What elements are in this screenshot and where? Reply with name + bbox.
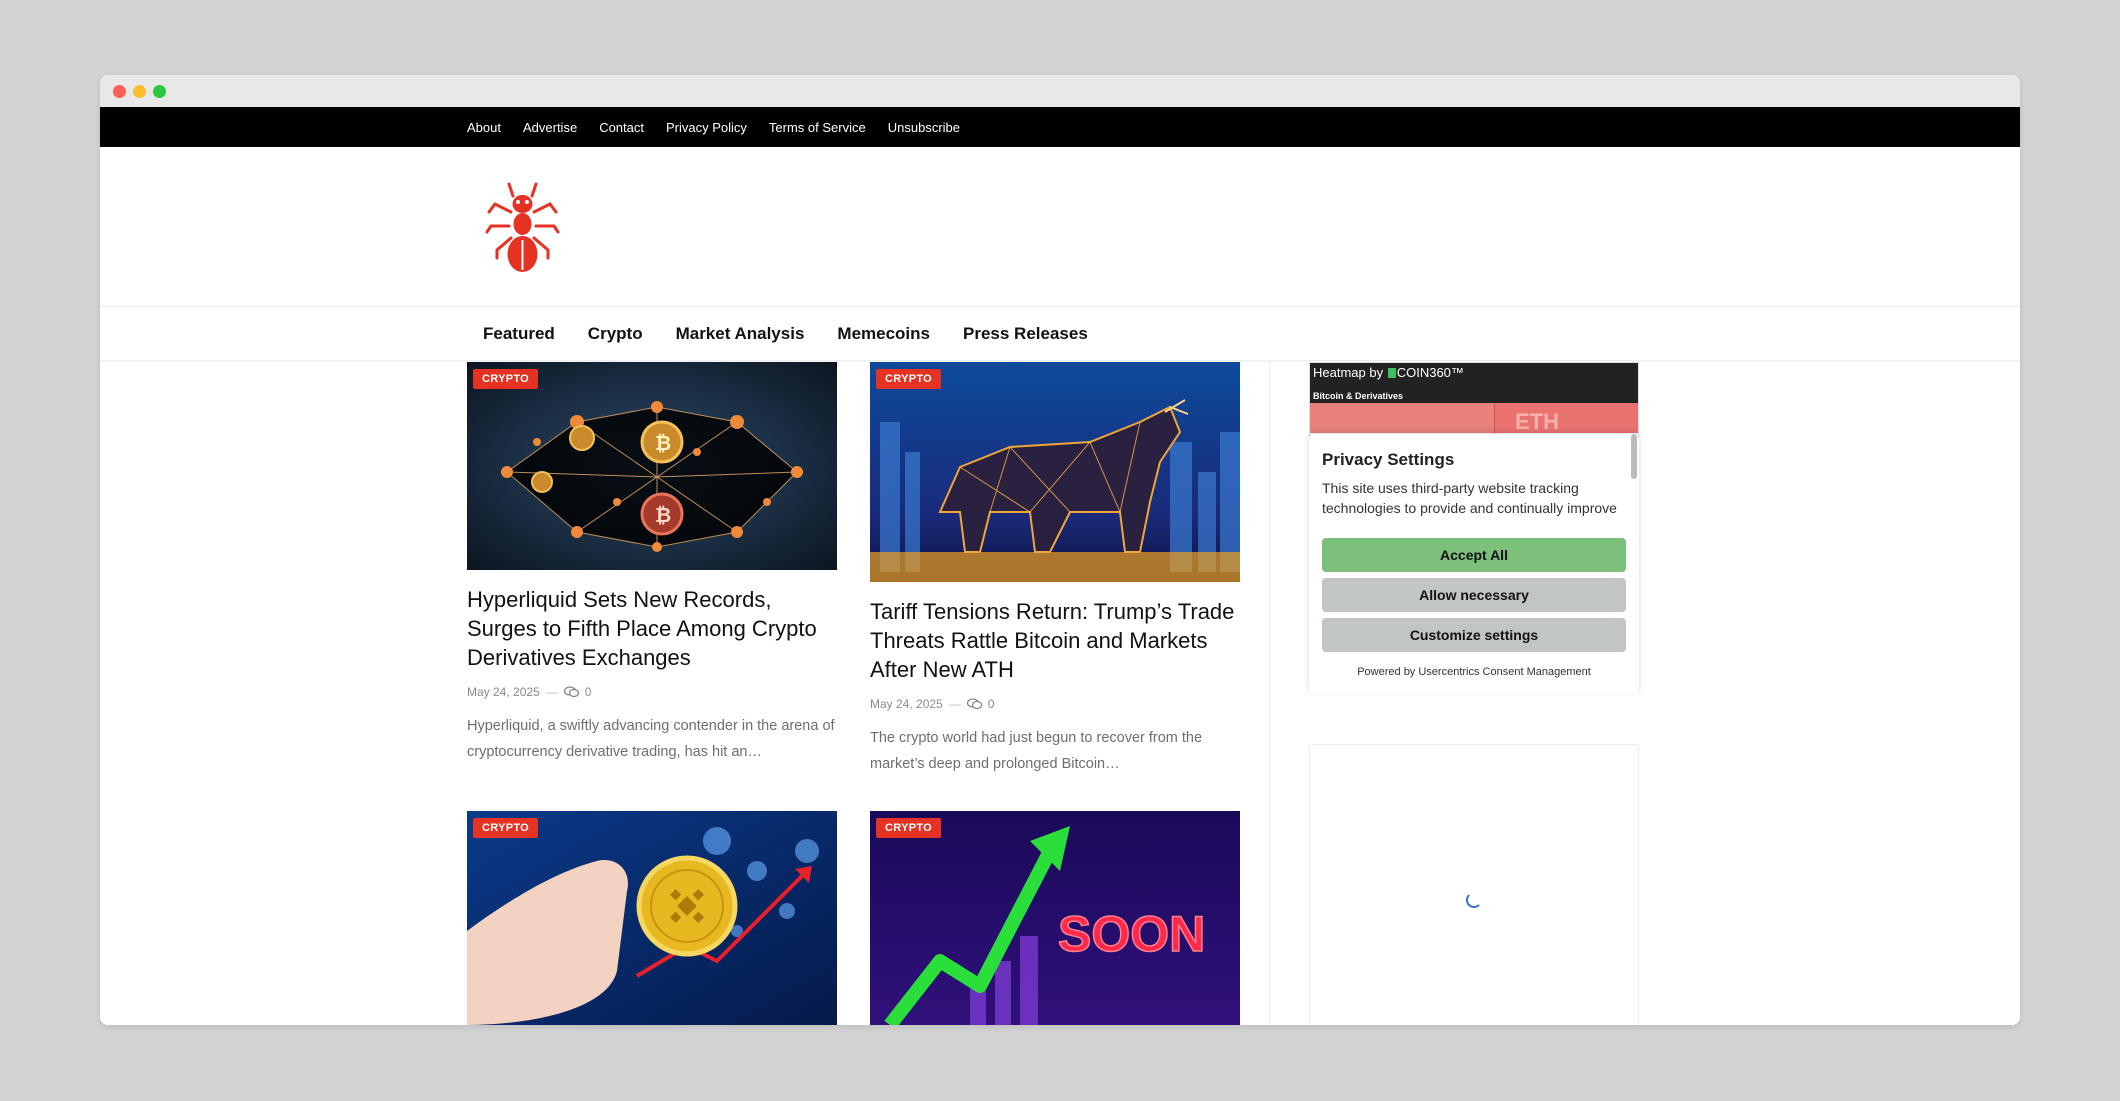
consent-scrollbar[interactable] bbox=[1631, 434, 1637, 479]
article-card[interactable]: CRYPTO bbox=[467, 811, 837, 1025]
heatmap-tile[interactable]: ETH bbox=[1494, 403, 1638, 434]
article-title[interactable]: Hyperliquid Sets New Records, Surges to … bbox=[467, 585, 837, 672]
category-badge[interactable]: CRYPTO bbox=[473, 818, 539, 838]
coin360-logo-icon bbox=[1387, 368, 1396, 378]
privacy-consent-dialog: Privacy Settings This site uses third-pa… bbox=[1309, 434, 1639, 694]
ant-logo-icon[interactable] bbox=[485, 182, 560, 277]
top-link-advertise[interactable]: Advertise bbox=[523, 120, 577, 135]
nav-featured[interactable]: Featured bbox=[483, 324, 555, 344]
article-image[interactable]: CRYPTO bbox=[870, 362, 1240, 582]
article-date: May 24, 2025 bbox=[870, 697, 943, 711]
article-image[interactable]: CRYPTO bbox=[467, 811, 837, 1025]
nav-press-releases[interactable]: Press Releases bbox=[963, 324, 1088, 344]
article-image-text: SOON bbox=[1058, 906, 1205, 962]
article-excerpt: Hyperliquid, a swiftly advancing contend… bbox=[467, 718, 835, 760]
heatmap-tiles[interactable]: ETH bbox=[1310, 403, 1638, 434]
sidebar-widget bbox=[1309, 744, 1639, 1025]
consent-powered-by[interactable]: Powered by Usercentrics Consent Manageme… bbox=[1309, 666, 1639, 678]
meta-separator: — bbox=[948, 697, 961, 711]
consent-text: This site uses third-party website track… bbox=[1322, 480, 1617, 516]
sidebar-divider bbox=[1269, 362, 1270, 1025]
article-date: May 24, 2025 bbox=[467, 685, 540, 699]
article-card[interactable]: ₿ ₿ CRYPTO Hyperliquid Sets New Records,… bbox=[467, 362, 837, 765]
top-bar: About Advertise Contact Privacy Policy T… bbox=[100, 107, 2020, 147]
maximize-window-button[interactable] bbox=[153, 85, 166, 98]
loading-spinner-icon bbox=[1466, 892, 1482, 908]
comments-icon[interactable] bbox=[966, 698, 982, 710]
top-link-unsubscribe[interactable]: Unsubscribe bbox=[888, 120, 960, 135]
heatmap-label: Heatmap by bbox=[1313, 365, 1384, 380]
category-badge[interactable]: CRYPTO bbox=[876, 818, 942, 838]
category-badge[interactable]: CRYPTO bbox=[473, 369, 539, 389]
close-window-button[interactable] bbox=[113, 85, 126, 98]
browser-window: About Advertise Contact Privacy Policy T… bbox=[100, 75, 2020, 1025]
top-link-contact[interactable]: Contact bbox=[599, 120, 644, 135]
article-card[interactable]: SOON CRYPTO bbox=[870, 811, 1240, 1025]
comment-count[interactable]: 0 bbox=[988, 697, 995, 711]
article-image[interactable]: ₿ ₿ CRYPTO bbox=[467, 362, 837, 570]
header bbox=[100, 147, 2020, 307]
nav-memecoins[interactable]: Memecoins bbox=[837, 324, 930, 344]
title-bar bbox=[100, 75, 2020, 107]
allow-necessary-button[interactable]: Allow necessary bbox=[1322, 578, 1626, 612]
heatmap-brand[interactable]: COIN360™ bbox=[1397, 365, 1464, 380]
consent-title: Privacy Settings bbox=[1322, 450, 1455, 469]
top-link-terms[interactable]: Terms of Service bbox=[769, 120, 866, 135]
customize-settings-button[interactable]: Customize settings bbox=[1322, 618, 1626, 652]
article-meta: May 24, 2025 — 0 bbox=[870, 697, 1240, 711]
accept-all-button[interactable]: Accept All bbox=[1322, 538, 1626, 572]
svg-text:₿: ₿ bbox=[655, 503, 671, 527]
main-navigation: Featured Crypto Market Analysis Memecoin… bbox=[100, 307, 2020, 361]
minimize-window-button[interactable] bbox=[133, 85, 146, 98]
svg-text:₿: ₿ bbox=[655, 431, 671, 455]
article-card[interactable]: CRYPTO Tariff Tensions Return: Trump’s T… bbox=[870, 362, 1240, 777]
meta-separator: — bbox=[545, 685, 558, 699]
comment-count[interactable]: 0 bbox=[585, 685, 592, 699]
article-meta: May 24, 2025 — 0 bbox=[467, 685, 837, 699]
article-title[interactable]: Tariff Tensions Return: Trump’s Trade Th… bbox=[870, 597, 1240, 684]
heatmap-header: Heatmap by COIN360™ bbox=[1310, 363, 1638, 391]
article-image[interactable]: SOON CRYPTO bbox=[870, 811, 1240, 1025]
category-badge[interactable]: CRYPTO bbox=[876, 369, 942, 389]
top-link-privacy-policy[interactable]: Privacy Policy bbox=[666, 120, 747, 135]
comments-icon[interactable] bbox=[563, 686, 579, 698]
top-link-about[interactable]: About bbox=[467, 120, 501, 135]
content-area: ₿ ₿ CRYPTO Hyperliquid Sets New Records,… bbox=[100, 362, 2020, 1025]
nav-market-analysis[interactable]: Market Analysis bbox=[676, 324, 805, 344]
nav-crypto[interactable]: Crypto bbox=[588, 324, 643, 344]
article-excerpt: The crypto world had just begun to recov… bbox=[870, 730, 1203, 772]
heatmap-tile-label: ETH bbox=[1515, 409, 1559, 434]
